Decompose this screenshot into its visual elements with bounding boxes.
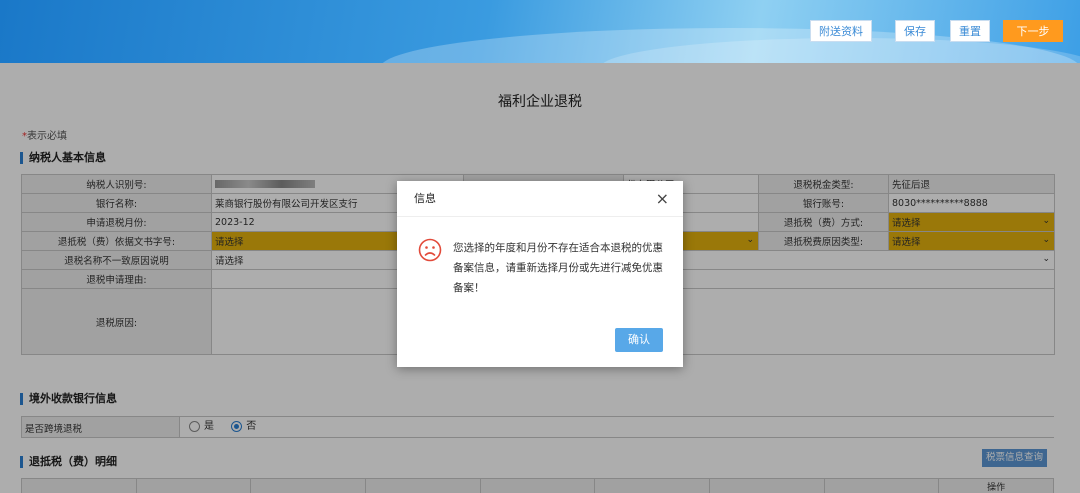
save-button[interactable]: 保存 (895, 20, 935, 42)
attach-documents-button[interactable]: 附送资料 (810, 20, 872, 42)
reset-button[interactable]: 重置 (950, 20, 990, 42)
sad-face-icon (418, 238, 442, 262)
confirm-button[interactable]: 确认 (615, 328, 663, 352)
close-icon[interactable]: × (656, 189, 669, 209)
dialog-message: 您选择的年度和月份不存在适合本退税的优惠备案信息，请重新选择月份或先进行减免优惠… (453, 242, 663, 294)
next-step-button[interactable]: 下一步 (1003, 20, 1063, 42)
info-dialog: 信息 × 您选择的年度和月份不存在适合本退税的优惠备案信息，请重新选择月份或先进… (397, 181, 683, 367)
dialog-title: 信息 (397, 181, 683, 217)
header-banner: 附送资料 保存 重置 下一步 (0, 0, 1080, 63)
